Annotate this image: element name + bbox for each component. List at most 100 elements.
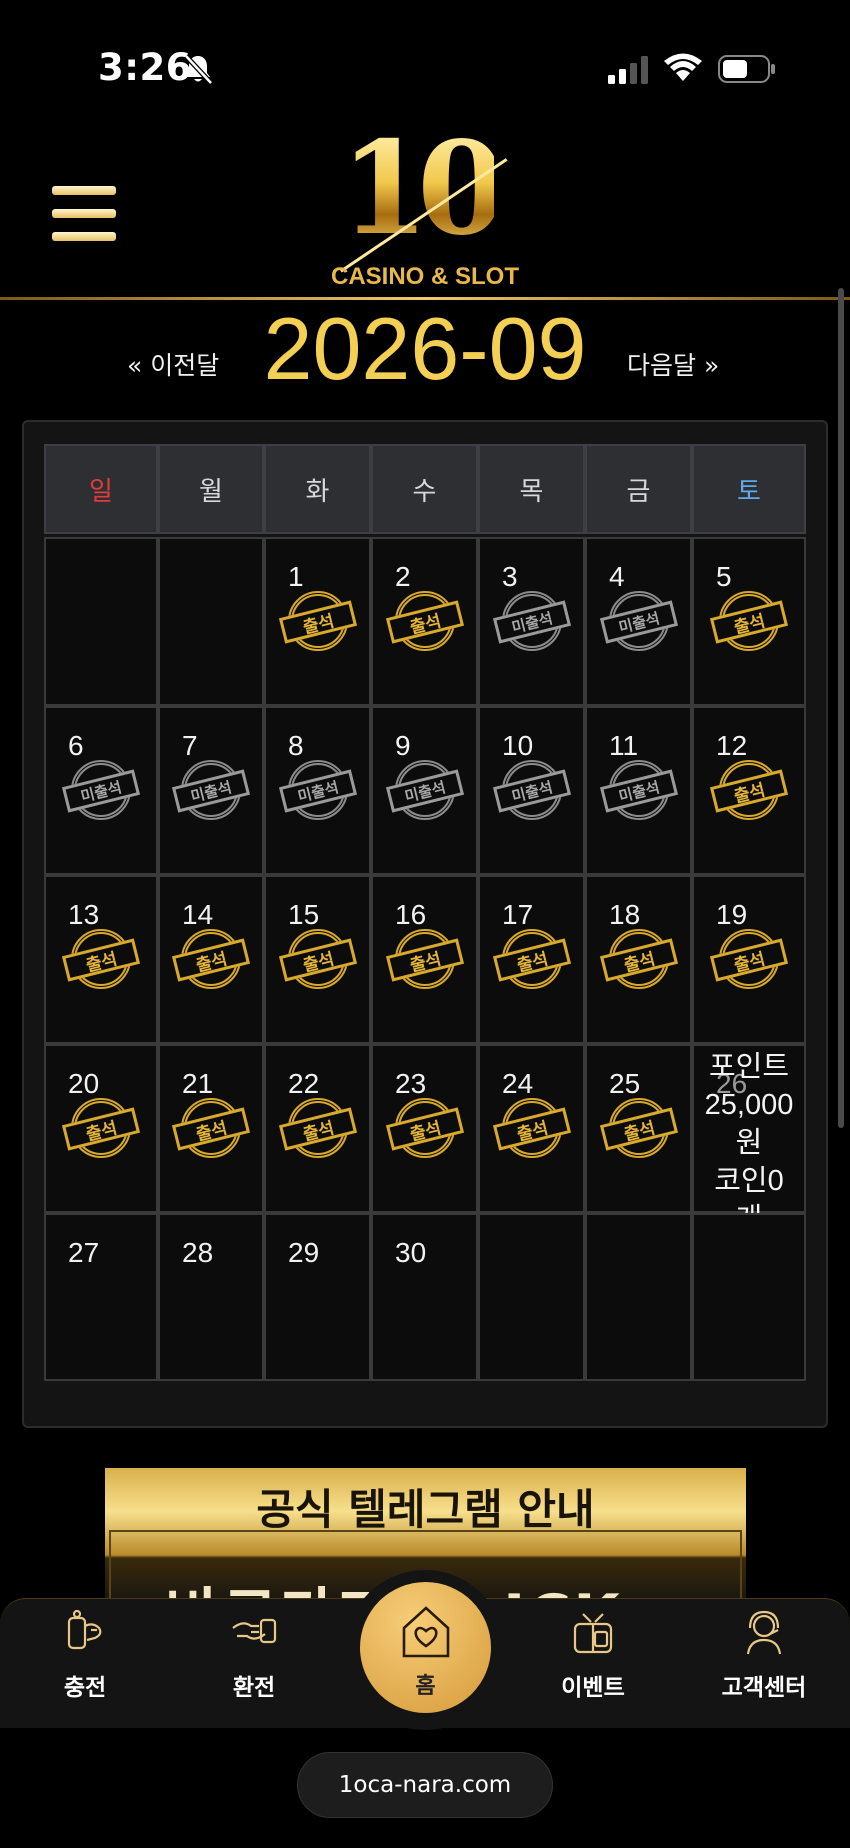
weekday-saturday: 토 bbox=[692, 444, 806, 534]
calendar-day-29[interactable]: 29 bbox=[264, 1213, 371, 1381]
calendar-day-15[interactable]: 15 출석 bbox=[264, 875, 371, 1044]
calendar-day-13[interactable]: 13 출석 bbox=[44, 875, 158, 1044]
calendar-day-6[interactable]: 6 미출석 bbox=[44, 706, 158, 875]
day-number: 13 bbox=[68, 899, 100, 930]
calendar-day-8[interactable]: 8 미출석 bbox=[264, 706, 371, 875]
today-reward-text: 포인트25,000원코인0개 bbox=[694, 1048, 804, 1238]
calendar-day-9[interactable]: 9 미출석 bbox=[371, 706, 478, 875]
nav-event-label: 이벤트 bbox=[561, 1675, 625, 1701]
calendar-empty-cell bbox=[44, 537, 158, 706]
calendar-empty-cell bbox=[478, 1213, 585, 1381]
today-reward-line4: 코인0 bbox=[714, 1165, 784, 1197]
day-number: 17 bbox=[502, 899, 534, 930]
attended-stamp-icon: 출석 bbox=[599, 929, 678, 989]
logo-number: 10 bbox=[340, 114, 506, 264]
attended-stamp-icon: 출석 bbox=[385, 1098, 464, 1158]
day-number: 16 bbox=[395, 899, 427, 930]
nav-home-button[interactable]: 홈 bbox=[360, 1582, 491, 1713]
attended-stamp-icon: 출석 bbox=[278, 591, 357, 651]
day-number: 29 bbox=[288, 1237, 320, 1268]
day-number: 10 bbox=[502, 730, 534, 761]
nav-charge[interactable]: 충전 bbox=[25, 1608, 145, 1702]
calendar-day-23[interactable]: 23 출석 bbox=[371, 1044, 478, 1213]
nav-exchange[interactable]: 환전 bbox=[194, 1608, 314, 1702]
calendar-day-11[interactable]: 11 미출석 bbox=[585, 706, 692, 875]
calendar-day-12[interactable]: 12 출석 bbox=[692, 706, 806, 875]
prev-month-link[interactable]: « 이전달 bbox=[127, 346, 219, 382]
next-month-link[interactable]: 다음달 » bbox=[627, 346, 719, 382]
nav-support[interactable]: 고객센터 bbox=[704, 1608, 824, 1702]
missed-stamp-icon: 미출석 bbox=[599, 760, 678, 820]
missed-stamp-icon: 미출석 bbox=[171, 760, 251, 820]
day-number: 18 bbox=[609, 899, 641, 930]
calendar-day-19[interactable]: 19 출석 bbox=[692, 875, 806, 1044]
day-number: 8 bbox=[288, 730, 304, 761]
site-logo[interactable]: 10 CASINO & SLOT bbox=[310, 125, 540, 295]
browser-url-bar[interactable]: 1oca-nara.com bbox=[297, 1752, 553, 1818]
calendar-day-18[interactable]: 18 출석 bbox=[585, 875, 692, 1044]
attended-stamp-icon: 출석 bbox=[61, 929, 141, 989]
gift-icon bbox=[573, 1613, 613, 1654]
calendar-day-30[interactable]: 30 bbox=[371, 1213, 478, 1381]
calendar-day-2[interactable]: 2 출석 bbox=[371, 537, 478, 706]
hamburger-menu-button[interactable] bbox=[52, 186, 116, 242]
calendar-day-24[interactable]: 24 출석 bbox=[478, 1044, 585, 1213]
wifi-icon bbox=[664, 53, 702, 81]
calendar-empty-cell bbox=[158, 537, 264, 706]
calendar-day-22[interactable]: 22 출석 bbox=[264, 1044, 371, 1213]
weekday-monday: 월 bbox=[158, 444, 264, 534]
attended-stamp-icon: 출석 bbox=[492, 1098, 571, 1158]
attended-stamp-icon: 출석 bbox=[709, 929, 789, 989]
missed-stamp-icon: 미출석 bbox=[492, 591, 571, 651]
day-number: 19 bbox=[716, 899, 748, 930]
day-number: 14 bbox=[182, 899, 214, 930]
charge-icon bbox=[67, 1609, 102, 1650]
calendar-day-7[interactable]: 7 미출석 bbox=[158, 706, 264, 875]
missed-stamp-icon: 미출석 bbox=[492, 760, 571, 820]
weekday-wednesday: 수 bbox=[371, 444, 478, 534]
attended-stamp-icon: 출석 bbox=[385, 591, 464, 651]
attended-stamp-icon: 출석 bbox=[709, 591, 789, 651]
day-number: 27 bbox=[68, 1237, 100, 1268]
day-number: 15 bbox=[288, 899, 320, 930]
day-number: 1 bbox=[288, 561, 304, 592]
nav-exchange-label: 환전 bbox=[232, 1675, 276, 1701]
calendar-day-27[interactable]: 27 bbox=[44, 1213, 158, 1381]
attended-stamp-icon: 출석 bbox=[492, 929, 571, 989]
bell-muted-icon bbox=[184, 54, 213, 85]
day-number: 25 bbox=[609, 1068, 641, 1099]
missed-stamp-icon: 미출석 bbox=[278, 760, 357, 820]
calendar-day-1[interactable]: 1 출석 bbox=[264, 537, 371, 706]
calendar-empty-cell bbox=[692, 1213, 806, 1381]
calendar-day-21[interactable]: 21 출석 bbox=[158, 1044, 264, 1213]
calendar-day-3[interactable]: 3 미출석 bbox=[478, 537, 585, 706]
nav-home-label: 홈 bbox=[415, 1674, 436, 1699]
headset-icon bbox=[746, 1610, 782, 1655]
calendar-day-4[interactable]: 4 미출석 bbox=[585, 537, 692, 706]
attended-stamp-icon: 출석 bbox=[599, 1098, 678, 1158]
calendar-day-5[interactable]: 5 출석 bbox=[692, 537, 806, 706]
attended-stamp-icon: 출석 bbox=[171, 1098, 251, 1158]
nav-event[interactable]: 이벤트 bbox=[533, 1608, 653, 1702]
calendar-day-28[interactable]: 28 bbox=[158, 1213, 264, 1381]
calendar-day-16[interactable]: 16 출석 bbox=[371, 875, 478, 1044]
cellular-signal-icon bbox=[608, 56, 648, 84]
today-reward-line2: 25,000 bbox=[704, 1089, 794, 1121]
calendar-grid: 1 출석 2 출석 3 미출석 4 미출석 5 출석 6 미출석 7 미출석 8 미출석 9 미출석 10 미출석 11… bbox=[44, 537, 806, 1381]
calendar-day-17[interactable]: 17 출석 bbox=[478, 875, 585, 1044]
day-number: 22 bbox=[288, 1068, 320, 1099]
weekday-sunday: 일 bbox=[44, 444, 158, 534]
day-number: 11 bbox=[609, 730, 639, 761]
day-number: 4 bbox=[609, 561, 625, 592]
missed-stamp-icon: 미출석 bbox=[61, 760, 141, 820]
scrollbar[interactable] bbox=[838, 288, 844, 1128]
missed-stamp-icon: 미출석 bbox=[385, 760, 464, 820]
status-bar: 3:26 bbox=[0, 0, 850, 130]
day-number: 21 bbox=[182, 1068, 214, 1099]
missed-stamp-icon: 미출석 bbox=[599, 591, 678, 651]
calendar-day-10[interactable]: 10 미출석 bbox=[478, 706, 585, 875]
calendar-day-20[interactable]: 20 출석 bbox=[44, 1044, 158, 1213]
calendar-day-25[interactable]: 25 출석 bbox=[585, 1044, 692, 1213]
calendar-day-26[interactable]: 26포인트25,000원코인0개 bbox=[692, 1044, 806, 1235]
calendar-day-14[interactable]: 14 출석 bbox=[158, 875, 264, 1044]
